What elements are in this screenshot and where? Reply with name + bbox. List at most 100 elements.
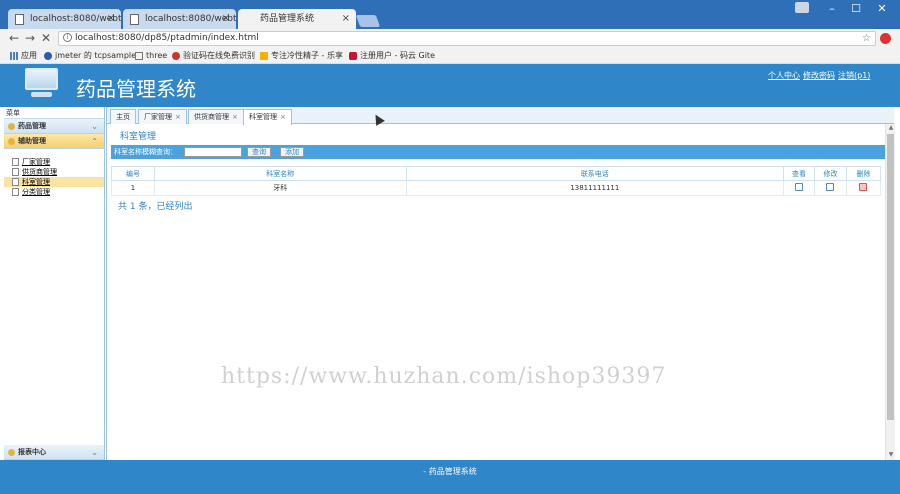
close-icon[interactable]: × <box>342 9 350 29</box>
vertical-scrollbar[interactable]: ▲ ▼ <box>885 124 895 460</box>
scroll-down-icon[interactable]: ▼ <box>886 451 896 460</box>
new-tab-button[interactable] <box>355 15 381 27</box>
app-footer: - 药品管理系统 <box>0 460 900 494</box>
cell-view <box>783 180 816 196</box>
sidebar-item-category[interactable]: 分类管理 <box>4 187 104 197</box>
department-name-input[interactable] <box>184 147 242 157</box>
top-links: 个人中心 修改密码 注销(p1) <box>768 70 873 81</box>
site-icon <box>172 51 180 60</box>
shield-icon <box>44 51 52 60</box>
browser-tab-1[interactable]: localhost:8080/webtoo × <box>8 9 121 29</box>
page-icon <box>130 14 139 25</box>
browser-tab-title: 药品管理系统 <box>260 14 315 24</box>
info-icon[interactable]: i <box>63 33 72 42</box>
extension-icon[interactable] <box>880 33 891 44</box>
query-button[interactable]: 查询 <box>247 147 271 157</box>
bulb-icon <box>8 449 15 456</box>
back-icon[interactable]: ← <box>6 29 22 48</box>
forward-icon[interactable]: → <box>22 29 38 48</box>
close-icon[interactable]: × <box>222 9 230 29</box>
col-id: 编号 <box>111 166 155 181</box>
sidebar-item-manufacturer[interactable]: 厂家管理 <box>4 157 104 167</box>
tab-home[interactable]: 主页 <box>110 109 136 124</box>
search-label: 科室名称模糊查询： <box>114 148 177 156</box>
bookmark-zhuanzhu[interactable]: 专注冷性精子 - 乐享 <box>260 48 343 64</box>
tab-manufacturer[interactable]: 厂家管理 × <box>138 109 187 124</box>
col-view: 查看 <box>783 166 816 181</box>
section-title: 科室管理 <box>120 132 157 142</box>
cell-phone: 13811111111 <box>405 180 785 196</box>
change-password-link[interactable]: 修改密码 <box>803 71 835 80</box>
cell-delete <box>845 180 882 196</box>
browser-tabstrip: localhost:8080/webtoo × localhost:8080/w… <box>0 0 900 29</box>
file-icon <box>12 178 19 186</box>
content-area: 科室管理 科室名称模糊查询： 查询 添加 编号 科室名称 联系电话 查看 修改 … <box>107 124 885 460</box>
bulb-icon <box>8 123 15 130</box>
view-icon[interactable] <box>795 183 804 191</box>
col-delete: 删除 <box>845 166 882 181</box>
chevron-down-icon: ⌄ <box>91 122 98 131</box>
app-header: 药品管理系统 个人中心 修改密码 注销(p1) <box>0 64 900 107</box>
tab-department[interactable]: 科室管理 × <box>243 109 292 125</box>
edit-icon[interactable] <box>826 183 835 191</box>
sidebar-group-reports[interactable]: 报表中心 ⌄ <box>4 445 104 460</box>
table-row: 1 牙科 13811111111 <box>111 180 882 196</box>
department-table: 编号 科室名称 联系电话 查看 修改 删除 1 牙科 13811111111 <box>111 166 882 196</box>
cell-name: 牙科 <box>153 180 407 196</box>
content-tabs: 主页 厂家管理 × 供货商管理 × 科室管理 × <box>107 107 894 125</box>
cell-id: 1 <box>111 180 155 196</box>
chevron-down-icon: ⌄ <box>91 448 98 457</box>
apps-icon <box>10 51 18 60</box>
bookmark-gitee[interactable]: 注册用户 - 码云 Gite <box>349 48 435 64</box>
col-edit: 修改 <box>814 166 847 181</box>
close-icon[interactable]: × <box>232 113 238 121</box>
profile-link[interactable]: 个人中心 <box>768 71 800 80</box>
close-icon[interactable]: × <box>107 9 115 29</box>
trash-icon[interactable] <box>859 183 868 191</box>
close-window-icon[interactable]: ✕ <box>868 0 896 18</box>
browser-window: localhost:8080/webtoo × localhost:8080/w… <box>0 0 900 494</box>
close-icon[interactable]: × <box>175 113 181 121</box>
browser-tab-3[interactable]: 药品管理系统 × <box>238 9 356 29</box>
close-icon[interactable]: × <box>280 113 286 121</box>
bookmark-jmeter[interactable]: jmeter 的 tcpsample <box>44 48 136 64</box>
sidebar-item-supplier[interactable]: 供货商管理 <box>4 167 104 177</box>
tab-supplier[interactable]: 供货商管理 × <box>188 109 244 124</box>
sidebar: 菜单 药品管理 ⌄ 辅助管理 ⌃ 厂家管理 供货商管理 科室管理 分类管理 报表… <box>4 107 105 460</box>
file-icon <box>12 168 19 176</box>
watermark: https://www.huzhan.com/ishop39397 <box>221 364 667 389</box>
record-summary: 共 1 条，已经列出 <box>118 202 193 212</box>
col-phone: 联系电话 <box>405 166 785 181</box>
main-panel: 主页 厂家管理 × 供货商管理 × 科室管理 × 科室管理 科室名称模糊查询： 查询 … <box>106 107 895 460</box>
scroll-up-icon[interactable]: ▲ <box>886 124 896 133</box>
file-icon <box>12 158 19 166</box>
col-name: 科室名称 <box>153 166 407 181</box>
bookmark-three[interactable]: three <box>135 48 167 64</box>
maximize-icon[interactable]: ☐ <box>842 0 870 18</box>
browser-toolbar: ← → ✕ i localhost:8080/dp85/ptadmin/inde… <box>0 29 900 48</box>
sidebar-group-aux[interactable]: 辅助管理 ⌃ <box>4 134 104 149</box>
url-text: localhost:8080/dp85/ptadmin/index.html <box>75 33 259 43</box>
page-icon <box>15 14 24 25</box>
star-icon[interactable]: ☆ <box>862 32 871 45</box>
reload-icon[interactable]: ✕ <box>38 29 54 48</box>
user-icon[interactable] <box>795 2 809 13</box>
sidebar-items: 厂家管理 供货商管理 科室管理 分类管理 <box>4 149 104 438</box>
bulb-icon <box>8 138 15 145</box>
sidebar-group-drugs[interactable]: 药品管理 ⌄ <box>4 119 104 134</box>
site-icon <box>260 51 268 60</box>
scroll-thumb[interactable] <box>887 134 894 420</box>
browser-tab-2[interactable]: localhost:8080/webtoo × <box>123 9 236 29</box>
gitee-icon <box>349 51 357 60</box>
chevron-up-icon: ⌃ <box>91 137 98 146</box>
address-bar[interactable]: i localhost:8080/dp85/ptadmin/index.html… <box>58 31 876 46</box>
page-icon <box>135 51 143 60</box>
app-title: 药品管理系统 <box>76 77 196 101</box>
bookmark-captcha[interactable]: 验证码在线免费识别 <box>172 48 255 64</box>
monitor-icon <box>25 68 58 98</box>
bookmark-apps[interactable]: 应用 <box>10 48 37 64</box>
add-button[interactable]: 添加 <box>280 147 304 157</box>
sidebar-item-department[interactable]: 科室管理 <box>4 177 104 187</box>
logout-link[interactable]: 注销(p1) <box>838 71 870 80</box>
search-bar: 科室名称模糊查询： 查询 添加 <box>111 145 885 159</box>
